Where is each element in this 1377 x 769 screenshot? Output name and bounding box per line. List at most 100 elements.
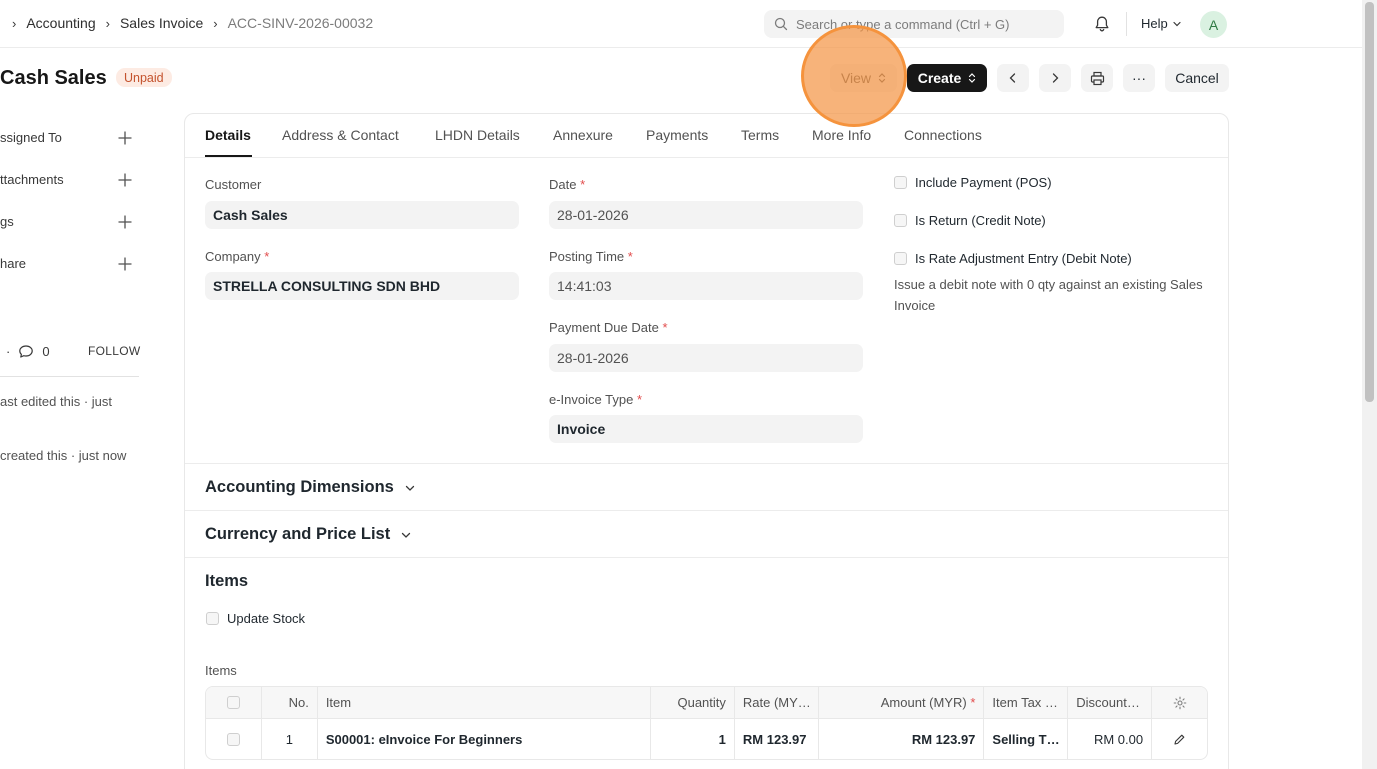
checkbox-box[interactable] bbox=[894, 176, 907, 189]
sidebar-stats: · 0 bbox=[6, 344, 50, 359]
chevron-down-icon bbox=[402, 532, 411, 538]
tab-payments[interactable]: Payments bbox=[646, 127, 708, 143]
company-label: Company * bbox=[205, 249, 269, 264]
comment-icon[interactable] bbox=[18, 344, 34, 359]
table-header: No. Item Quantity Rate (MY… Amount (MYR)… bbox=[206, 687, 1207, 719]
chevron-right-icon: › bbox=[213, 15, 218, 31]
required-mark: * bbox=[264, 249, 270, 264]
currency-price-list-title: Currency and Price List bbox=[205, 525, 391, 543]
row-no: 1 bbox=[262, 719, 318, 759]
tab-connections[interactable]: Connections bbox=[904, 127, 982, 143]
notification-bell-icon[interactable] bbox=[1092, 14, 1112, 34]
col-rate: Rate (MY… bbox=[735, 687, 819, 718]
tab-lhdn-details[interactable]: LHDN Details bbox=[435, 127, 520, 143]
sidebar-tags[interactable]: gs bbox=[0, 214, 14, 229]
include-payment-label: Include Payment (POS) bbox=[915, 175, 1052, 190]
plus-icon[interactable] bbox=[117, 172, 133, 188]
chevron-down-icon bbox=[405, 485, 415, 491]
accounting-dimensions-section[interactable]: Accounting Dimensions bbox=[205, 478, 416, 497]
tab-details[interactable]: Details bbox=[205, 127, 251, 143]
einvoice-type-label-text: e-Invoice Type bbox=[549, 392, 634, 407]
sidebar-divider bbox=[0, 376, 139, 377]
follow-button[interactable]: FOLLOW bbox=[88, 344, 140, 358]
einvoice-type-field[interactable]: Invoice bbox=[549, 415, 863, 443]
breadcrumb-accounting[interactable]: Accounting bbox=[26, 15, 95, 31]
search-icon bbox=[774, 17, 788, 31]
tab-annexure[interactable]: Annexure bbox=[553, 127, 613, 143]
table-row[interactable]: 1 S00001: eInvoice For Beginners 1 RM 12… bbox=[206, 719, 1207, 759]
help-label: Help bbox=[1141, 16, 1168, 31]
tab-more-info[interactable]: More Info bbox=[812, 127, 871, 143]
navbar-divider bbox=[1126, 12, 1127, 36]
tab-address-contact[interactable]: Address & Contact bbox=[282, 127, 399, 143]
view-button[interactable]: View bbox=[830, 64, 897, 92]
breadcrumb-sales-invoice[interactable]: Sales Invoice bbox=[120, 15, 203, 31]
chevron-right-icon: › bbox=[105, 15, 110, 31]
edit-pencil-icon[interactable] bbox=[1173, 733, 1186, 746]
update-stock-label: Update Stock bbox=[227, 611, 306, 626]
row-rate[interactable]: RM 123.97 bbox=[735, 719, 819, 759]
chevron-right-icon bbox=[1052, 73, 1059, 83]
view-button-label: View bbox=[840, 70, 872, 86]
row-item-tax[interactable]: Selling T… bbox=[984, 719, 1069, 759]
rate-adjustment-help: Issue a debit note with 0 qty against an… bbox=[894, 277, 1203, 313]
plus-icon[interactable] bbox=[117, 256, 133, 272]
sidebar-assigned-to[interactable]: ssigned To bbox=[0, 130, 62, 145]
date-label: Date * bbox=[549, 177, 585, 192]
gear-icon[interactable] bbox=[1173, 696, 1187, 710]
previous-doc-button[interactable] bbox=[997, 64, 1029, 92]
date-field[interactable]: 28-01-2026 bbox=[549, 201, 863, 229]
section-divider bbox=[185, 557, 1228, 558]
plus-icon[interactable] bbox=[117, 130, 133, 146]
section-divider bbox=[185, 463, 1228, 464]
col-quantity: Quantity bbox=[651, 687, 735, 718]
more-actions-button[interactable]: ··· bbox=[1123, 64, 1155, 92]
chevron-down-icon bbox=[1173, 21, 1181, 26]
row-checkbox[interactable] bbox=[226, 732, 240, 746]
include-payment-checkbox[interactable]: Include Payment (POS) bbox=[894, 175, 1052, 190]
print-button[interactable] bbox=[1081, 64, 1113, 92]
tab-terms[interactable]: Terms bbox=[741, 127, 779, 143]
activity-item: ast edited this · just bbox=[0, 394, 112, 409]
row-amount[interactable]: RM 123.97 bbox=[819, 719, 985, 759]
company-field[interactable]: STRELLA CONSULTING SDN BHD bbox=[205, 272, 519, 300]
help-dropdown[interactable]: Help bbox=[1141, 16, 1182, 31]
row-discount[interactable]: RM 0.00 bbox=[1068, 719, 1153, 759]
navbar: › Accounting › Sales Invoice › ACC-SINV-… bbox=[0, 0, 1362, 48]
is-return-checkbox[interactable]: Is Return (Credit Note) bbox=[894, 213, 1046, 228]
accounting-dimensions-title: Accounting Dimensions bbox=[205, 478, 394, 496]
status-badge: Unpaid bbox=[116, 68, 172, 87]
items-table-label: Items bbox=[205, 663, 237, 678]
user-avatar[interactable]: A bbox=[1200, 11, 1227, 38]
required-mark: * bbox=[970, 695, 976, 710]
due-date-field[interactable]: 28-01-2026 bbox=[549, 344, 863, 372]
checkbox-box[interactable] bbox=[206, 612, 219, 625]
posting-time-label-text: Posting Time bbox=[549, 249, 625, 264]
row-item[interactable]: S00001: eInvoice For Beginners bbox=[318, 719, 652, 759]
cancel-button[interactable]: Cancel bbox=[1165, 64, 1229, 92]
create-button[interactable]: Create bbox=[907, 64, 987, 92]
posting-time-field[interactable]: 14:41:03 bbox=[549, 272, 863, 300]
customer-field[interactable]: Cash Sales bbox=[205, 201, 519, 229]
col-no: No. bbox=[262, 687, 318, 718]
row-select-cell bbox=[206, 719, 262, 759]
activity-item: created this · just now bbox=[0, 448, 127, 463]
checkbox-box[interactable] bbox=[894, 252, 907, 265]
posting-time-label: Posting Time * bbox=[549, 249, 633, 264]
currency-price-list-section[interactable]: Currency and Price List bbox=[205, 525, 412, 544]
breadcrumb: › Accounting › Sales Invoice › ACC-SINV-… bbox=[12, 15, 373, 31]
sidebar-share[interactable]: hare bbox=[0, 256, 26, 271]
items-table: No. Item Quantity Rate (MY… Amount (MYR)… bbox=[205, 686, 1208, 760]
select-all-checkbox[interactable] bbox=[226, 696, 240, 709]
sidebar-attachments[interactable]: ttachments bbox=[0, 172, 64, 187]
rate-adjustment-checkbox[interactable]: Is Rate Adjustment Entry (Debit Note) bbox=[894, 251, 1132, 266]
awesomebar-search[interactable] bbox=[764, 10, 1064, 38]
next-doc-button[interactable] bbox=[1039, 64, 1071, 92]
printer-icon bbox=[1090, 71, 1104, 85]
row-quantity[interactable]: 1 bbox=[651, 719, 735, 759]
page-scrollbar-thumb[interactable] bbox=[1365, 2, 1374, 402]
checkbox-box[interactable] bbox=[894, 214, 907, 227]
plus-icon[interactable] bbox=[117, 214, 133, 230]
search-input[interactable] bbox=[796, 16, 1056, 32]
update-stock-checkbox[interactable]: Update Stock bbox=[206, 611, 305, 626]
